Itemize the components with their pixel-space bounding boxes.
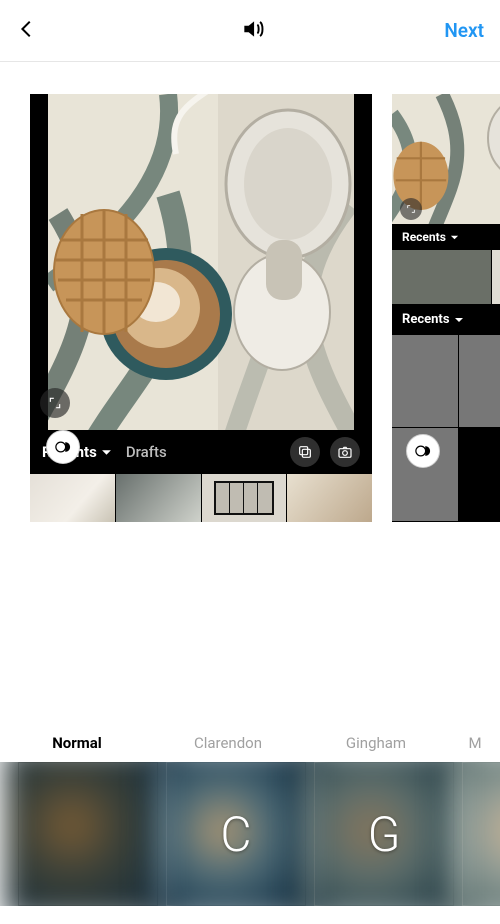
filter-labels-row: Normal Clarendon Gingham M bbox=[0, 734, 500, 762]
gallery-thumbnail[interactable] bbox=[392, 250, 492, 304]
back-button[interactable] bbox=[16, 18, 38, 44]
filter-toggle-button-secondary[interactable] bbox=[406, 434, 440, 468]
gallery-thumbnail[interactable] bbox=[459, 335, 500, 427]
expand-crop-button[interactable] bbox=[400, 198, 422, 220]
secondary-photo-preview[interactable] bbox=[392, 94, 500, 224]
filter-thumb-gingham[interactable]: G bbox=[314, 762, 454, 906]
filter-toggle-button[interactable] bbox=[46, 430, 80, 464]
filter-thumbnails-row: C G M bbox=[0, 762, 500, 906]
filter-letter: G bbox=[368, 806, 401, 863]
filter-strip: Normal Clarendon Gingham M C G M bbox=[0, 734, 500, 924]
chevron-down-icon bbox=[101, 447, 112, 458]
album-picker-bar: Recents Drafts bbox=[30, 430, 372, 474]
filter-thumb-normal[interactable] bbox=[18, 762, 158, 906]
camera-button[interactable] bbox=[330, 437, 360, 467]
filter-thumb-more[interactable]: M bbox=[462, 762, 500, 906]
album-selector-secondary-top[interactable]: Recents bbox=[392, 224, 500, 250]
sound-toggle-button[interactable] bbox=[240, 16, 266, 46]
gallery-thumbnail[interactable] bbox=[492, 250, 500, 304]
filter-label-normal[interactable]: Normal bbox=[0, 734, 154, 752]
selected-photo-preview[interactable] bbox=[30, 94, 372, 430]
filter-label-clarendon[interactable]: Clarendon bbox=[154, 734, 302, 752]
gallery-thumbnail[interactable] bbox=[30, 474, 116, 522]
top-header: Next bbox=[0, 0, 500, 62]
next-button[interactable]: Next bbox=[444, 19, 484, 42]
filter-label-gingham[interactable]: Gingham bbox=[302, 734, 450, 752]
secondary-gallery-grid bbox=[392, 335, 500, 521]
filter-thumb-clarendon[interactable]: C bbox=[166, 762, 306, 906]
gallery-thumbnail[interactable] bbox=[202, 474, 288, 522]
secondary-preview-card: Recents Recents D bbox=[392, 94, 500, 522]
gallery-thumbnail[interactable] bbox=[392, 335, 458, 427]
preview-stage: Recents Drafts bbox=[0, 62, 500, 622]
chevron-down-icon bbox=[450, 233, 459, 242]
filter-label-more[interactable]: M bbox=[450, 734, 500, 752]
album-selector-secondary-label: Recents bbox=[402, 312, 450, 327]
album-picker-bar-secondary: Recents D bbox=[392, 304, 500, 335]
album-selector-secondary[interactable]: Recents bbox=[402, 312, 464, 327]
filter-letter: C bbox=[220, 806, 251, 863]
gallery-thumbnail-row bbox=[30, 474, 372, 522]
expand-crop-button[interactable] bbox=[40, 388, 70, 418]
drafts-tab[interactable]: Drafts bbox=[126, 443, 167, 461]
gallery-thumbnail[interactable] bbox=[287, 474, 372, 522]
gallery-thumbnail[interactable] bbox=[116, 474, 202, 522]
multi-select-button[interactable] bbox=[290, 437, 320, 467]
chevron-down-icon bbox=[454, 315, 464, 325]
album-selector-secondary-label: Recents bbox=[402, 230, 446, 244]
main-preview-card: Recents Drafts bbox=[30, 94, 372, 522]
secondary-gallery-row bbox=[392, 250, 500, 304]
